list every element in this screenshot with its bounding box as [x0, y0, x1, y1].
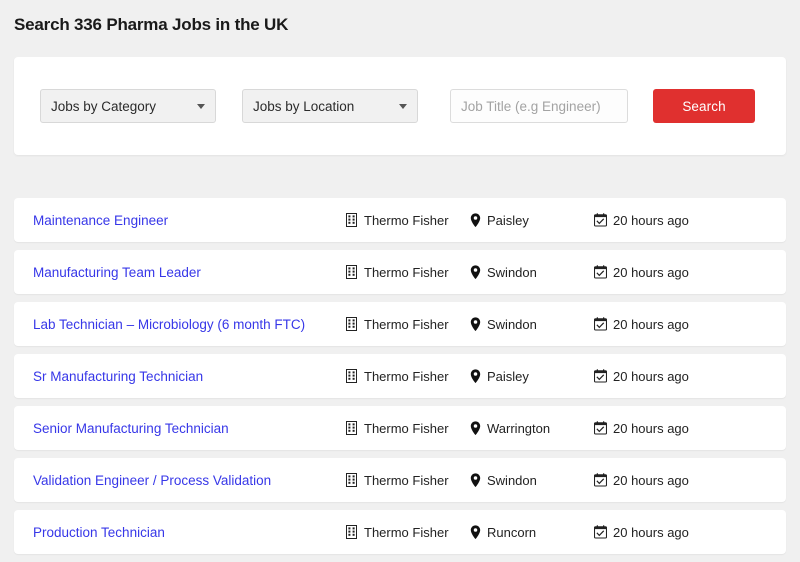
page-title: Search 336 Pharma Jobs in the UK [0, 0, 800, 36]
calendar-check-icon [594, 213, 607, 227]
job-location: Runcorn [470, 525, 594, 540]
job-company: Thermo Fisher [345, 213, 470, 228]
building-icon [345, 525, 358, 539]
calendar-check-icon [594, 369, 607, 383]
job-company-label: Thermo Fisher [364, 213, 449, 228]
table-row[interactable]: Sr Manufacturing Technician Thermo Fisher… [14, 354, 786, 398]
building-icon [345, 317, 358, 331]
job-posted-label: 20 hours ago [613, 421, 689, 436]
job-company: Thermo Fisher [345, 265, 470, 280]
job-posted-label: 20 hours ago [613, 265, 689, 280]
job-company: Thermo Fisher [345, 369, 470, 384]
calendar-check-icon [594, 473, 607, 487]
job-posted: 20 hours ago [594, 369, 744, 384]
search-form: Jobs by Category Jobs by Location Search [40, 89, 760, 123]
job-posted: 20 hours ago [594, 213, 744, 228]
job-company-label: Thermo Fisher [364, 369, 449, 384]
job-location-label: Warrington [487, 421, 550, 436]
map-pin-icon [470, 213, 481, 227]
job-location: Paisley [470, 369, 594, 384]
job-title-link[interactable]: Production Technician [33, 525, 345, 540]
chevron-down-icon [197, 104, 205, 109]
map-pin-icon [470, 265, 481, 279]
job-posted-label: 20 hours ago [613, 213, 689, 228]
search-button[interactable]: Search [653, 89, 755, 123]
location-select-label: Jobs by Location [253, 99, 393, 114]
table-row[interactable]: Production Technician Thermo Fisher Runcor… [14, 510, 786, 554]
job-posted: 20 hours ago [594, 473, 744, 488]
table-row[interactable]: Manufacturing Team Leader Thermo Fisher Sw… [14, 250, 786, 294]
job-location-label: Swindon [487, 473, 537, 488]
table-row[interactable]: Senior Manufacturing Technician Thermo Fi… [14, 406, 786, 450]
job-title-input[interactable] [450, 89, 628, 123]
map-pin-icon [470, 317, 481, 331]
building-icon [345, 213, 358, 227]
job-posted-label: 20 hours ago [613, 473, 689, 488]
building-icon [345, 421, 358, 435]
table-row[interactable]: Maintenance Engineer Thermo Fisher Paisley… [14, 198, 786, 242]
calendar-check-icon [594, 317, 607, 331]
job-location-label: Paisley [487, 369, 529, 384]
job-title-link[interactable]: Senior Manufacturing Technician [33, 421, 345, 436]
building-icon [345, 369, 358, 383]
job-company: Thermo Fisher [345, 421, 470, 436]
map-pin-icon [470, 473, 481, 487]
job-location: Swindon [470, 473, 594, 488]
job-results-list: Maintenance Engineer Thermo Fisher Paisley… [14, 198, 786, 562]
chevron-down-icon [399, 104, 407, 109]
table-row[interactable]: Lab Technician – Microbiology (6 month F… [14, 302, 786, 346]
job-posted-label: 20 hours ago [613, 525, 689, 540]
job-title-link[interactable]: Lab Technician – Microbiology (6 month F… [33, 317, 345, 332]
job-location: Swindon [470, 265, 594, 280]
job-location-label: Runcorn [487, 525, 536, 540]
job-title-link[interactable]: Manufacturing Team Leader [33, 265, 345, 280]
job-posted: 20 hours ago [594, 421, 744, 436]
building-icon [345, 265, 358, 279]
job-company: Thermo Fisher [345, 473, 470, 488]
map-pin-icon [470, 421, 481, 435]
building-icon [345, 473, 358, 487]
job-location: Warrington [470, 421, 594, 436]
job-company-label: Thermo Fisher [364, 421, 449, 436]
job-company-label: Thermo Fisher [364, 265, 449, 280]
map-pin-icon [470, 369, 481, 383]
job-title-link[interactable]: Sr Manufacturing Technician [33, 369, 345, 384]
map-pin-icon [470, 525, 481, 539]
job-company-label: Thermo Fisher [364, 317, 449, 332]
calendar-check-icon [594, 525, 607, 539]
job-title-link[interactable]: Validation Engineer / Process Validation [33, 473, 345, 488]
job-location-label: Swindon [487, 265, 537, 280]
location-select[interactable]: Jobs by Location [242, 89, 418, 123]
job-location: Swindon [470, 317, 594, 332]
category-select[interactable]: Jobs by Category [40, 89, 216, 123]
job-posted-label: 20 hours ago [613, 369, 689, 384]
job-company-label: Thermo Fisher [364, 525, 449, 540]
job-search-panel: Jobs by Category Jobs by Location Search [14, 57, 786, 155]
job-posted: 20 hours ago [594, 317, 744, 332]
table-row[interactable]: Validation Engineer / Process Validation… [14, 458, 786, 502]
job-posted-label: 20 hours ago [613, 317, 689, 332]
job-location-label: Paisley [487, 213, 529, 228]
category-select-label: Jobs by Category [51, 99, 191, 114]
calendar-check-icon [594, 421, 607, 435]
job-company: Thermo Fisher [345, 317, 470, 332]
job-location-label: Swindon [487, 317, 537, 332]
job-company-label: Thermo Fisher [364, 473, 449, 488]
job-posted: 20 hours ago [594, 265, 744, 280]
job-company: Thermo Fisher [345, 525, 470, 540]
job-posted: 20 hours ago [594, 525, 744, 540]
job-location: Paisley [470, 213, 594, 228]
calendar-check-icon [594, 265, 607, 279]
job-title-link[interactable]: Maintenance Engineer [33, 213, 345, 228]
